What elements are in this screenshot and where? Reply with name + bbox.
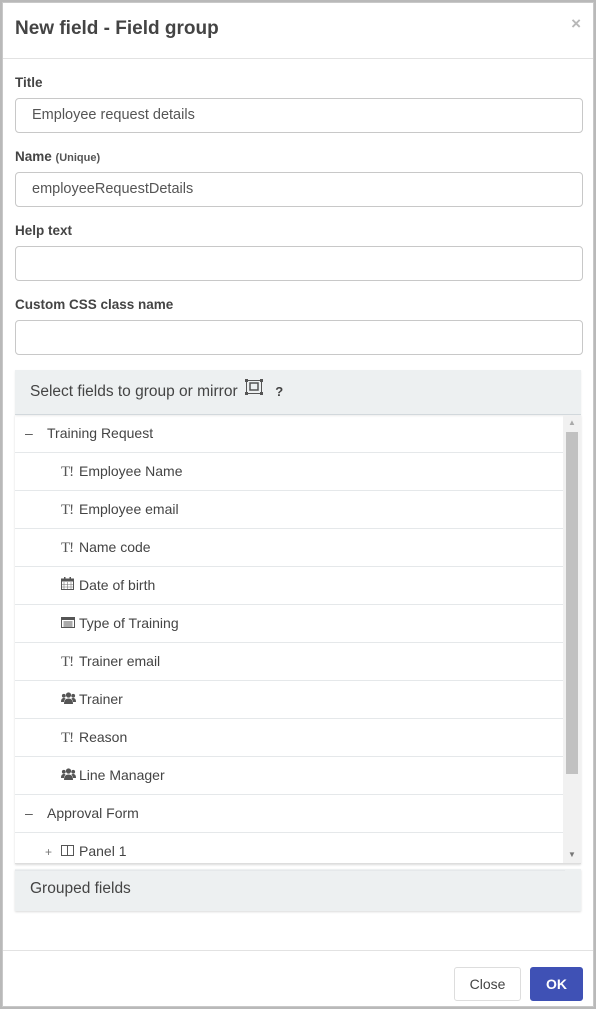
grouped-fields-heading: Grouped fields bbox=[30, 880, 131, 897]
select-fields-heading: Select fields to group or mirror bbox=[30, 383, 238, 400]
tree-item[interactable]: T! Trainer email bbox=[15, 643, 565, 681]
scrollbar-thumb[interactable] bbox=[566, 432, 578, 774]
tree-item[interactable]: T! Employee email bbox=[15, 491, 565, 529]
name-label: Name (Unique) bbox=[15, 149, 581, 167]
close-button[interactable]: Close bbox=[454, 967, 521, 1001]
help-icon[interactable]: ? bbox=[275, 384, 283, 399]
grouped-fields-panel: Grouped fields bbox=[15, 869, 581, 911]
title-input[interactable]: Employee request details bbox=[15, 98, 583, 133]
expand-icon[interactable]: + bbox=[45, 834, 61, 871]
help-text-label: Help text bbox=[15, 223, 73, 238]
tree-item-label: Panel 1 bbox=[79, 843, 127, 859]
dialog-footer: Close OK bbox=[3, 950, 593, 1006]
dropdown-list-icon bbox=[61, 605, 79, 642]
tree-item[interactable]: Line Manager bbox=[15, 757, 565, 795]
text-field-icon: T! bbox=[61, 654, 74, 670]
tree-item-label: Type of Training bbox=[79, 615, 179, 631]
users-icon bbox=[61, 681, 79, 718]
name-unique-hint: (Unique) bbox=[55, 152, 101, 164]
tree-item-label: Employee Name bbox=[79, 463, 183, 479]
collapse-icon[interactable]: – bbox=[25, 795, 47, 832]
ok-button[interactable]: OK bbox=[530, 967, 583, 1001]
tree-item[interactable]: Date of birth bbox=[15, 567, 565, 605]
tree-item[interactable]: T! Name code bbox=[15, 529, 565, 567]
collapse-icon[interactable]: – bbox=[25, 415, 47, 452]
select-fields-header: Select fields to group or mirror ? bbox=[15, 370, 581, 415]
tree-item[interactable]: Trainer bbox=[15, 681, 565, 719]
tree-item-label: Training Request bbox=[47, 425, 154, 441]
panel-icon bbox=[61, 833, 79, 870]
dialog-header: New field - Field group × bbox=[3, 3, 593, 59]
text-field-icon: T! bbox=[61, 502, 74, 518]
tree-item[interactable]: Type of Training bbox=[15, 605, 565, 643]
mirror-icon[interactable] bbox=[244, 369, 263, 412]
tree-item-label: Line Manager bbox=[79, 767, 165, 783]
name-label-text: Name bbox=[15, 149, 52, 164]
tree-item-panel[interactable]: + Panel 1 bbox=[15, 833, 565, 871]
tree-item-label: Employee email bbox=[79, 501, 179, 517]
title-label: Title bbox=[15, 75, 43, 90]
tree-item-label: Trainer bbox=[79, 691, 123, 707]
text-field-icon: T! bbox=[61, 464, 74, 480]
tree-scrollbar[interactable]: ▲ ▼ bbox=[563, 415, 581, 863]
css-class-input[interactable] bbox=[15, 320, 583, 355]
tree-group-training-request[interactable]: – Training Request bbox=[15, 415, 565, 453]
users-icon bbox=[61, 757, 79, 794]
text-field-icon: T! bbox=[61, 730, 74, 746]
tree-item-label: Reason bbox=[79, 729, 128, 745]
text-field-icon: T! bbox=[61, 540, 74, 556]
name-input[interactable]: employeeRequestDetails bbox=[15, 172, 583, 207]
close-icon[interactable]: × bbox=[571, 14, 581, 34]
tree-item-label: Trainer email bbox=[79, 653, 161, 669]
help-text-input[interactable] bbox=[15, 246, 583, 281]
dialog-title: New field - Field group bbox=[15, 18, 219, 39]
css-class-label: Custom CSS class name bbox=[15, 297, 174, 312]
tree-item[interactable]: T! Employee Name bbox=[15, 453, 565, 491]
tree-item-label: Date of birth bbox=[79, 577, 156, 593]
tree-item[interactable]: T! Reason bbox=[15, 719, 565, 757]
tree-item-label: Approval Form bbox=[47, 805, 139, 821]
scroll-down-arrow-icon[interactable]: ▼ bbox=[563, 847, 581, 863]
tree-group-approval-form[interactable]: – Approval Form bbox=[15, 795, 565, 833]
field-group-dialog: New field - Field group × Title Employee… bbox=[2, 2, 594, 1007]
dialog-body: Title Employee request details Name (Uni… bbox=[3, 75, 593, 911]
field-tree: – Training Request T! Employee Name T! Empl… bbox=[15, 415, 581, 871]
scroll-up-arrow-icon[interactable]: ▲ bbox=[563, 415, 581, 431]
tree-item-label: Name code bbox=[79, 539, 151, 555]
calendar-icon bbox=[61, 567, 79, 604]
